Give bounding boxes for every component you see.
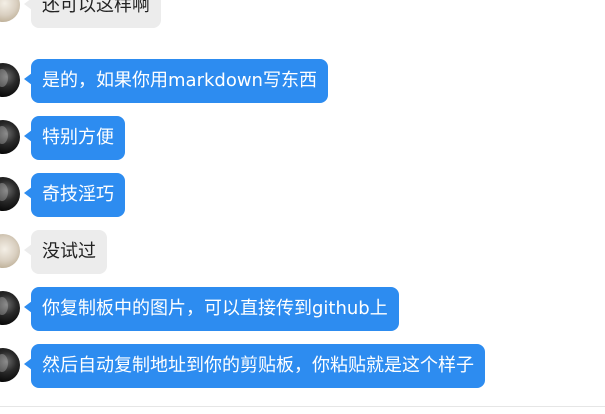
contact-avatar[interactable] bbox=[0, 348, 20, 382]
contact-avatar[interactable] bbox=[0, 63, 20, 97]
message-bubble[interactable]: 还可以这样啊 bbox=[31, 0, 161, 28]
chat-message-list: 还可以这样啊 是的，如果你用markdown写东西 特别方便 奇技淫巧 没试过 … bbox=[0, 0, 605, 414]
message-bubble[interactable]: 特别方便 bbox=[31, 116, 125, 160]
message-bubble[interactable]: 奇技淫巧 bbox=[31, 173, 125, 217]
contact-avatar[interactable] bbox=[0, 291, 20, 325]
contact-avatar[interactable] bbox=[0, 0, 20, 22]
message-bubble[interactable]: 你复制板中的图片，可以直接传到github上 bbox=[31, 287, 399, 331]
contact-avatar[interactable] bbox=[0, 234, 20, 268]
message-bubble[interactable]: 没试过 bbox=[31, 230, 107, 274]
divider bbox=[0, 406, 605, 407]
contact-avatar[interactable] bbox=[0, 120, 20, 154]
message-bubble[interactable]: 然后自动复制地址到你的剪贴板，你粘贴就是这个样子 bbox=[31, 344, 485, 388]
contact-avatar[interactable] bbox=[0, 177, 20, 211]
message-bubble[interactable]: 是的，如果你用markdown写东西 bbox=[31, 59, 328, 103]
